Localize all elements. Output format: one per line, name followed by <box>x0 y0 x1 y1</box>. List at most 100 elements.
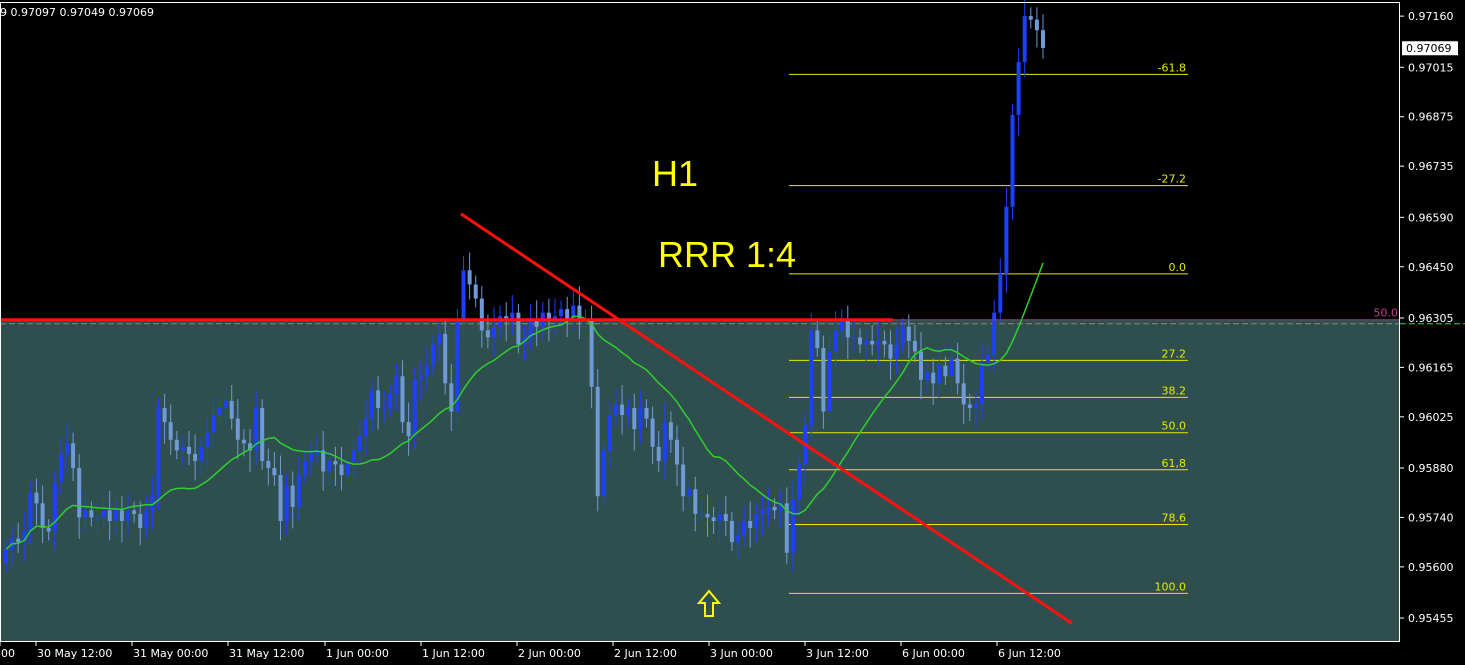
candle-body <box>742 520 747 536</box>
y-tick-label: 0.97160 <box>1408 10 1454 23</box>
fib-label: 50.0 <box>1162 420 1187 433</box>
candle-body <box>955 358 960 384</box>
candle-body <box>461 270 466 320</box>
candle-body <box>1004 206 1009 274</box>
candle-body <box>40 503 45 529</box>
candle-body <box>363 418 368 437</box>
x-tick-label: 2 Jun 00:00 <box>518 647 581 660</box>
candle-body <box>498 316 503 327</box>
candle-body <box>357 436 362 451</box>
y-tick-label: 0.96590 <box>1408 211 1454 224</box>
candle-body <box>681 464 686 497</box>
candle-body <box>284 485 289 521</box>
candle-body <box>89 510 94 518</box>
candle <box>809 312 814 441</box>
candle-body <box>418 376 423 380</box>
y-tick-label: 0.96165 <box>1408 361 1454 374</box>
candle-body <box>876 340 881 345</box>
candle-body <box>327 460 332 472</box>
candle-body <box>1016 62 1021 115</box>
candle-body <box>205 432 210 447</box>
x-tick-label: 31 May 00:00 <box>133 647 208 660</box>
candle-body <box>4 549 8 564</box>
candle-body <box>833 330 838 352</box>
candle-body <box>906 326 911 341</box>
candle-body <box>973 404 978 408</box>
candle-body <box>138 513 143 529</box>
candle-body <box>473 284 478 299</box>
candle-body <box>309 453 313 461</box>
candle-body <box>888 344 893 359</box>
y-tick-label: 0.95600 <box>1408 561 1454 574</box>
y-tick-label: 0.96875 <box>1408 111 1454 124</box>
candle-body <box>101 510 106 518</box>
x-tick-label: 00 <box>1 647 15 660</box>
x-tick-label: 1 Jun 12:00 <box>422 647 485 660</box>
candle <box>595 369 600 512</box>
candle-body <box>443 333 448 384</box>
candle <box>1010 104 1015 220</box>
candle-body <box>595 386 600 497</box>
candle-body <box>95 517 100 519</box>
fib-label: 78.6 <box>1162 511 1187 524</box>
candle-body <box>492 326 496 338</box>
candle-body <box>693 489 698 514</box>
candle-body <box>919 351 923 380</box>
candle-body <box>565 309 570 320</box>
candle-body <box>437 333 442 345</box>
candle-body <box>406 422 411 437</box>
candle-body <box>351 450 356 461</box>
candle-body <box>992 312 997 356</box>
y-tick-label: 0.95740 <box>1408 511 1454 524</box>
y-tick-label: 0.97015 <box>1408 61 1454 74</box>
price-chart[interactable]: -61.8 -27.2 0.0 27.2 38.2 50.0 61,8 78.6 100.0 5… <box>0 0 1465 665</box>
candle-body <box>65 443 69 454</box>
candle-body <box>1034 19 1039 31</box>
candle <box>260 399 265 470</box>
y-tick-label: 0.95880 <box>1408 462 1454 475</box>
candle-body <box>851 337 856 339</box>
candle-body <box>126 510 130 521</box>
candle-body <box>211 415 216 433</box>
candle-body <box>424 365 429 377</box>
candle-body <box>1022 16 1027 63</box>
candle-body <box>412 379 417 437</box>
candle-body <box>705 513 710 518</box>
fib-label: 38.2 <box>1162 384 1187 397</box>
candle-body <box>717 513 722 521</box>
candle-body <box>479 298 484 331</box>
candle-body <box>370 390 374 419</box>
timeframe-label: H1 <box>652 153 698 194</box>
candle-body <box>162 407 167 423</box>
y-tick-label: 0.96450 <box>1408 261 1454 274</box>
current-price-marker: 0.97069 <box>1402 41 1458 56</box>
candle-body <box>931 372 936 384</box>
candle-body <box>339 464 344 476</box>
candle-body <box>174 439 179 451</box>
x-tick-label: 3 Jun 12:00 <box>806 647 869 660</box>
candle-body <box>845 319 850 338</box>
candle-body <box>870 340 875 345</box>
candle-body <box>662 422 667 461</box>
candle-body <box>943 365 948 377</box>
candle-body <box>16 538 21 543</box>
candle-body <box>321 450 326 472</box>
candle-body <box>967 404 972 408</box>
x-tick-label: 30 May 12:00 <box>37 647 112 660</box>
candle-body <box>998 273 1003 313</box>
candle-body <box>193 453 198 461</box>
candle-body <box>199 446 204 461</box>
y-tick-label: 0.96025 <box>1408 411 1454 424</box>
candle-body <box>132 510 137 514</box>
candle-body <box>516 312 521 345</box>
fib-label: 27.2 <box>1162 347 1187 360</box>
candle-body <box>620 404 625 416</box>
candle <box>156 397 161 510</box>
candle-body <box>760 510 765 514</box>
candle-body <box>180 446 185 451</box>
x-tick-label: 2 Jun 12:00 <box>614 647 677 660</box>
candle-body <box>815 330 820 348</box>
candle-body <box>260 407 265 461</box>
candle-body <box>736 535 740 543</box>
candle-body <box>790 499 795 553</box>
